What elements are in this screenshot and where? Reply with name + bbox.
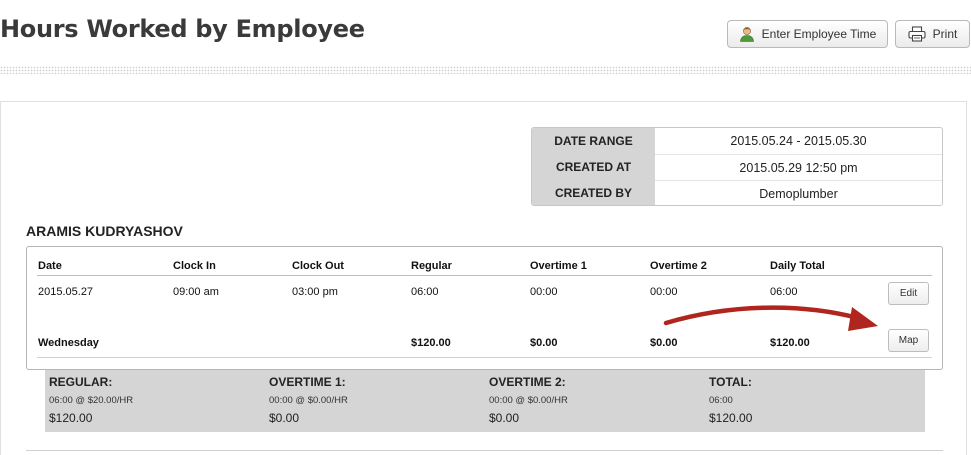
column-header-clock-in: Clock In <box>173 260 216 272</box>
totals-amount: $120.00 <box>709 411 753 425</box>
day-weekday: Wednesday <box>38 337 99 349</box>
printer-icon <box>908 26 926 42</box>
column-header-daily-total: Daily Total <box>770 260 825 272</box>
totals-detail: 00:00 @ $0.00/HR <box>269 395 348 406</box>
entry-daily-total: 06:00 <box>770 286 798 298</box>
entry-date: 2015.05.27 <box>38 286 94 298</box>
totals-amount: $120.00 <box>49 411 93 425</box>
totals-heading: OVERTIME 2: <box>489 375 566 389</box>
column-header-regular: Regular <box>411 260 452 272</box>
map-button[interactable]: Map <box>888 329 929 352</box>
meta-value: 2015.05.29 12:50 pm <box>655 154 942 180</box>
column-header-overtime-2: Overtime 2 <box>650 260 707 272</box>
employee-name: ARAMIS KUDRYASHOV <box>26 223 183 239</box>
totals-detail: 00:00 @ $0.00/HR <box>489 395 568 406</box>
row-divider-line <box>37 357 932 358</box>
print-label: Print <box>932 27 958 41</box>
meta-row-date-range: DATE RANGE 2015.05.24 - 2015.05.30 <box>532 128 942 154</box>
day-regular-pay: $120.00 <box>411 337 451 349</box>
entry-overtime-1: 00:00 <box>530 286 558 298</box>
totals-detail: 06:00 <box>709 395 733 406</box>
day-overtime-2-pay: $0.00 <box>650 337 678 349</box>
column-header-overtime-1: Overtime 1 <box>530 260 587 272</box>
bottom-divider <box>26 450 943 451</box>
totals-detail: 06:00 @ $20.00/HR <box>49 395 134 406</box>
day-overtime-1-pay: $0.00 <box>530 337 558 349</box>
meta-label: DATE RANGE <box>532 128 655 154</box>
enter-employee-time-button[interactable]: Enter Employee Time <box>727 20 888 48</box>
totals-heading: OVERTIME 1: <box>269 375 346 389</box>
meta-row-created-by: CREATED BY Demoplumber <box>532 180 942 205</box>
entry-clock-in: 09:00 am <box>173 286 219 298</box>
report-meta-table: DATE RANGE 2015.05.24 - 2015.05.30 CREAT… <box>531 127 943 206</box>
totals-summary: REGULAR: 06:00 @ $20.00/HR $120.00 OVERT… <box>45 370 925 432</box>
meta-value: 2015.05.24 - 2015.05.30 <box>730 134 867 148</box>
totals-heading: TOTAL: <box>709 375 752 389</box>
time-entries-table: Date Clock In Clock Out Regular Overtime… <box>26 246 943 370</box>
page-title: Hours Worked by Employee <box>0 15 365 43</box>
print-button[interactable]: Print <box>895 20 970 48</box>
column-header-date: Date <box>38 260 62 272</box>
person-icon <box>739 26 755 42</box>
meta-label: CREATED BY <box>532 180 655 205</box>
totals-heading: REGULAR: <box>49 375 113 389</box>
totals-amount: $0.00 <box>489 411 520 425</box>
meta-label: CREATED AT <box>532 154 655 180</box>
meta-row-created-at: CREATED AT 2015.05.29 12:50 pm <box>532 154 942 180</box>
entry-regular: 06:00 <box>411 286 439 298</box>
column-header-clock-out: Clock Out <box>292 260 344 272</box>
day-total-pay: $120.00 <box>770 337 810 349</box>
meta-value: Demoplumber <box>655 180 942 205</box>
header-divider-line <box>37 275 932 276</box>
header-divider <box>0 66 971 74</box>
totals-amount: $0.00 <box>269 411 300 425</box>
edit-entry-button[interactable]: Edit <box>888 282 929 305</box>
entry-overtime-2: 00:00 <box>650 286 678 298</box>
entry-clock-out: 03:00 pm <box>292 286 338 298</box>
enter-employee-time-label: Enter Employee Time <box>761 27 877 41</box>
